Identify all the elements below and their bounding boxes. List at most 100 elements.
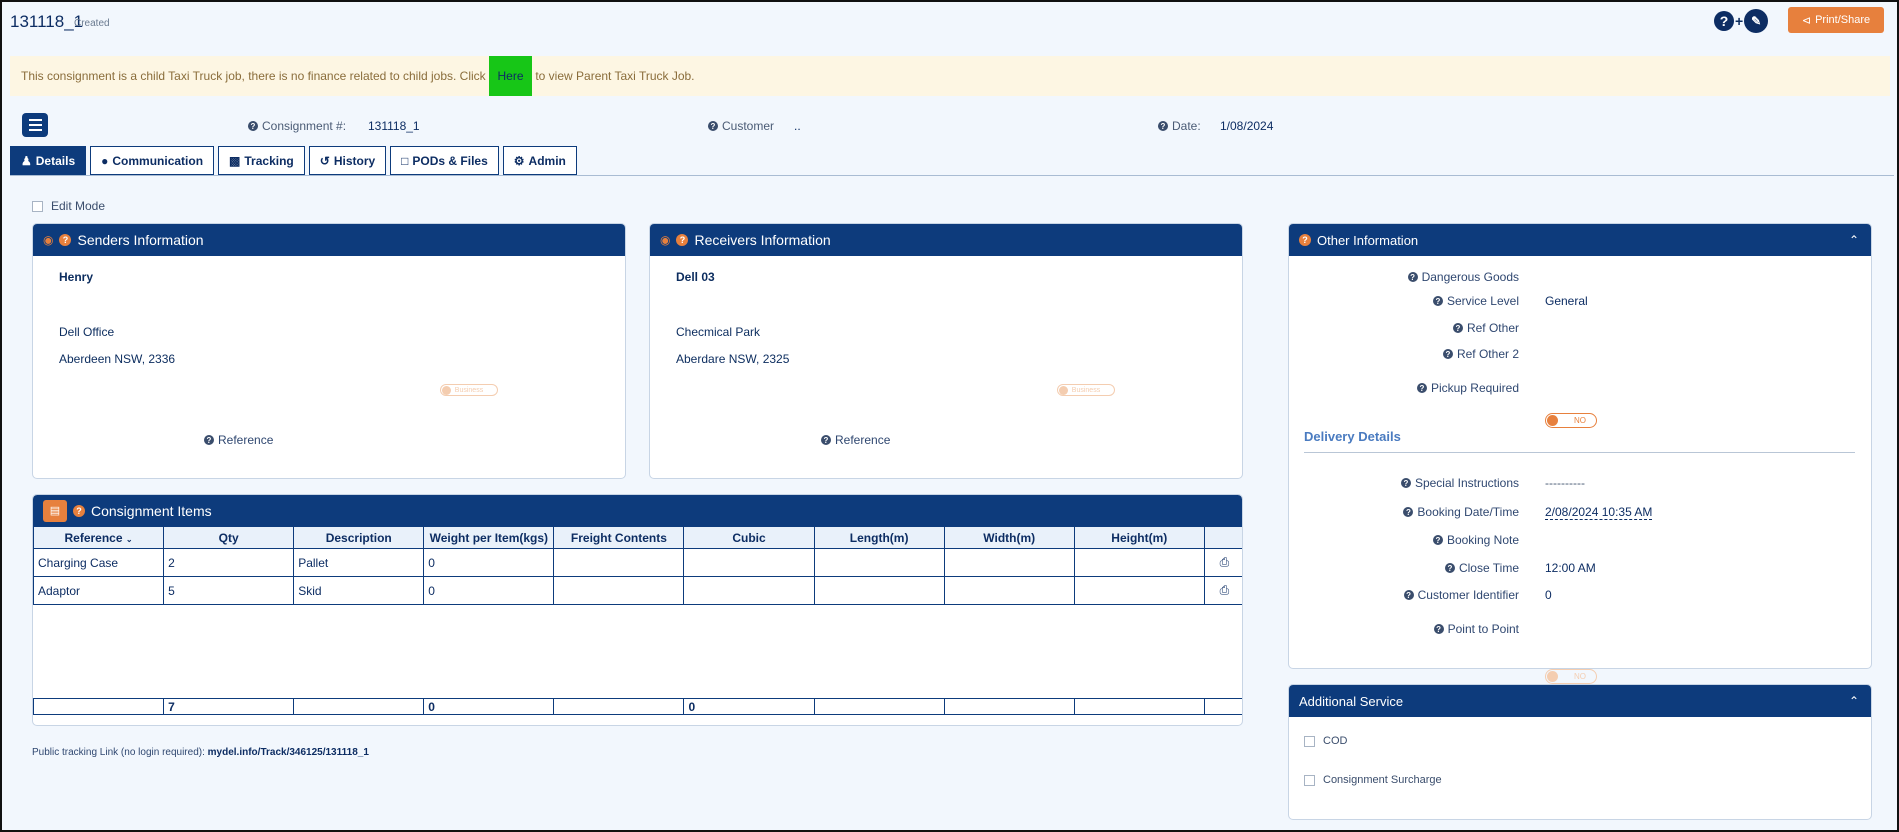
sender-address-line2: Aberdeen NSW, 2336 [59, 352, 176, 366]
column-header: Qty [163, 526, 295, 549]
print-icon[interactable]: ⎙ [1203, 548, 1242, 577]
point-to-point-toggle[interactable]: NO [1545, 669, 1597, 684]
table-row[interactable]: Charging Case 2 Pallet 0 ⎙ [33, 548, 1242, 577]
close-time-value: 12:00 AM [1545, 561, 1596, 575]
field-label: ? Service Level [1289, 294, 1519, 308]
sender-business-toggle[interactable]: Business [440, 384, 498, 396]
tab-pods-files[interactable]: □ PODs & Files [390, 146, 499, 175]
receiver-address-line1: Checmical Park [676, 325, 761, 339]
help-icon: ? [73, 504, 85, 517]
receiver-business-toggle[interactable]: Business [1057, 384, 1115, 396]
book-icon[interactable]: ▤ [43, 499, 67, 522]
column-header: Length(m) [813, 526, 945, 549]
help-icon: ? [204, 435, 214, 445]
file-icon: □ [401, 153, 409, 168]
help-icon: ? [248, 121, 258, 131]
additional-service-panel: Additional Service ⌃ COD Consignment Sur… [1288, 684, 1872, 820]
table-header-row: Reference ⌄ Qty Description Weight per I… [33, 526, 1242, 549]
special-instructions-value[interactable]: ---------- [1545, 476, 1585, 490]
column-header: Freight Contents [553, 526, 685, 549]
consignment-label: ? Consignment #: [248, 119, 346, 133]
cod-checkbox[interactable] [1304, 735, 1315, 747]
column-header: Width(m) [943, 526, 1075, 549]
receiver-name: Dell 03 [676, 270, 715, 284]
surcharge-checkbox[interactable] [1304, 774, 1315, 786]
receivers-panel: ◉ ? Receivers Information Dell 03 Checmi… [649, 223, 1243, 479]
help-icon: ? [1158, 121, 1168, 131]
receiver-reference: ? Reference [821, 433, 890, 447]
gear-icon: ⚙ [513, 153, 525, 168]
tab-history[interactable]: ↺ History [308, 146, 387, 175]
tracking-link-row: Public tracking Link (no login required)… [32, 747, 369, 758]
table-totals-row: 7 0 0 [33, 698, 1242, 715]
customer-value: .. [794, 119, 801, 133]
column-header-actions [1203, 526, 1242, 549]
parent-job-link[interactable]: Here [489, 56, 532, 96]
other-info-header[interactable]: ? Other Information ⌃ [1289, 224, 1871, 256]
chevron-up-icon[interactable]: ⌃ [1849, 694, 1859, 708]
map-pin-icon: ◉ [660, 233, 671, 247]
comment-icon: ● [101, 153, 109, 168]
help-icon: ? [821, 435, 831, 445]
tab-communication[interactable]: ● Communication [90, 146, 215, 175]
status-label: Created [74, 18, 110, 29]
field-label: ? Ref Other 2 [1289, 347, 1519, 361]
customer-identifier-value: 0 [1545, 588, 1552, 602]
edit-mode-toggle[interactable]: Edit Mode [32, 199, 105, 213]
table-empty-space [33, 604, 1242, 699]
tab-tracking[interactable]: ▩ Tracking [218, 146, 305, 175]
pickup-required-label: ? Pickup Required [1289, 381, 1519, 395]
edit-mode-checkbox[interactable] [32, 200, 43, 212]
column-header: Cubic [683, 526, 815, 549]
cod-option[interactable]: COD [1304, 735, 1347, 747]
page-title: 131118_1 [10, 12, 84, 31]
items-header: ▤ ? Consignment Items [33, 495, 1242, 526]
tab-admin[interactable]: ⚙ Admin [502, 146, 577, 175]
tab-details[interactable]: ♟ Details [10, 146, 87, 175]
senders-header: ◉ ? Senders Information [33, 224, 625, 256]
items-table: Reference ⌄ Qty Description Weight per I… [33, 526, 1242, 715]
chevron-up-icon[interactable]: ⌃ [1849, 233, 1859, 247]
date-label: ? Date: [1158, 119, 1201, 133]
service-level-value: General [1545, 294, 1588, 308]
plus-icon: + [1735, 13, 1744, 29]
tracking-link[interactable]: mydel.info/Track/346125/131118_1 [208, 747, 369, 758]
delivery-divider [1304, 452, 1855, 453]
map-pin-icon: ◉ [43, 233, 54, 247]
help-icon[interactable]: ? [1714, 11, 1734, 31]
page-frame: 131118_1 Created ? + ✎ ⊲ Print/Share Thi… [0, 0, 1899, 832]
ruler-icon[interactable]: ✎ [1744, 9, 1769, 33]
date-value: 1/08/2024 [1220, 119, 1274, 133]
history-icon: ↺ [319, 153, 330, 168]
sender-reference: ? Reference [204, 433, 273, 447]
menu-button[interactable] [22, 113, 48, 137]
field-label: ? Ref Other [1289, 321, 1519, 335]
help-icon: ? [708, 121, 718, 131]
pickup-required-toggle[interactable]: NO [1545, 413, 1597, 428]
user-icon: ♟ [21, 153, 32, 168]
column-header[interactable]: Reference ⌄ [33, 526, 165, 549]
help-icon: ? [676, 234, 689, 246]
booking-datetime-label: ? Booking Date/Time [1289, 505, 1519, 519]
additional-service-header[interactable]: Additional Service ⌃ [1289, 685, 1871, 717]
consignment-surcharge-option[interactable]: Consignment Surcharge [1304, 774, 1442, 786]
table-row[interactable]: Adaptor 5 Skid 0 ⎙ [33, 576, 1242, 605]
senders-panel: ◉ ? Senders Information Henry Dell Offic… [32, 223, 626, 479]
close-time-label: ? Close Time [1289, 561, 1519, 575]
tab-bar: ♟ Details ● Communication ▩ Tracking ↺ Histo… [10, 146, 577, 175]
truck-icon: ▩ [229, 153, 241, 168]
booking-note-label: ? Booking Note [1289, 533, 1519, 547]
booking-datetime-value[interactable]: 2/08/2024 10:35 AM [1545, 505, 1653, 520]
print-share-button[interactable]: ⊲ Print/Share [1788, 7, 1884, 33]
field-label: ? Dangerous Goods [1289, 270, 1519, 284]
receivers-header: ◉ ? Receivers Information [650, 224, 1242, 256]
top-actions: ? + ✎ [1714, 9, 1769, 33]
column-header: Description [293, 526, 425, 549]
column-header: Height(m) [1073, 526, 1205, 549]
sort-icon: ⌄ [125, 534, 133, 544]
column-header: Weight per Item(kgs) [423, 526, 555, 549]
sender-address-line1: Dell Office [59, 325, 115, 339]
print-icon[interactable]: ⎙ [1203, 576, 1242, 605]
share-icon: ⊲ [1801, 14, 1812, 27]
special-instructions-label: ? Special Instructions [1289, 476, 1519, 490]
